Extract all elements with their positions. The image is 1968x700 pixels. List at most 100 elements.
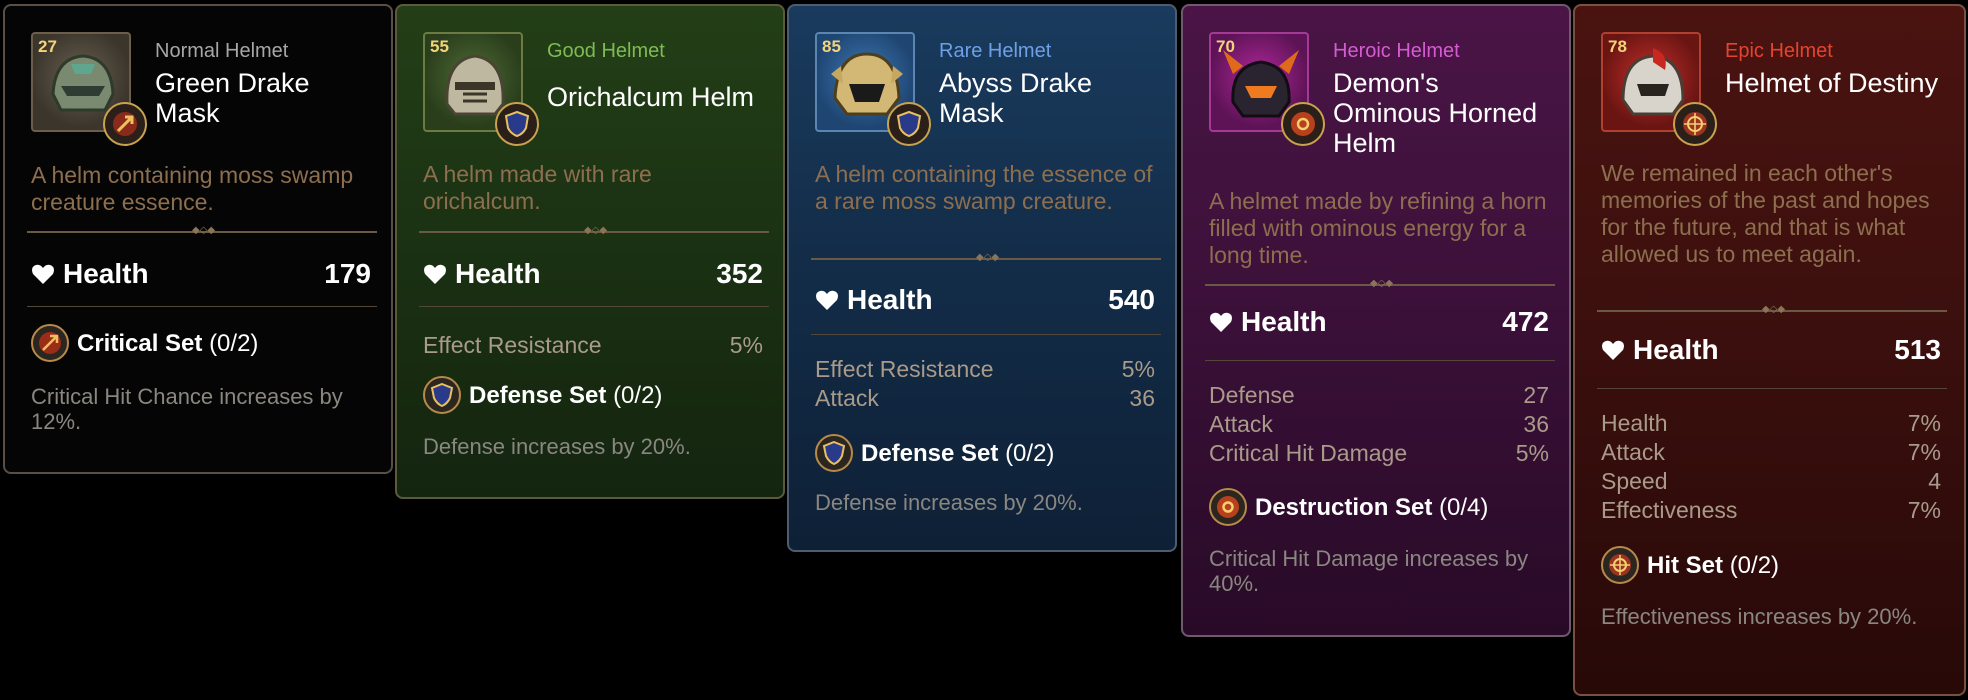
helmet-portrait: 78 bbox=[1601, 32, 1717, 146]
set-bonus: Destruction Set (0/4) bbox=[1209, 488, 1549, 528]
sub-stat: Effect Resistance 5% bbox=[423, 332, 763, 360]
set-count: (0/2) bbox=[1005, 440, 1055, 467]
main-stat-label: Health bbox=[63, 258, 149, 289]
main-stat-health: Health 540 bbox=[815, 284, 1155, 318]
set-bonus: Critical Set (0/2) bbox=[31, 324, 371, 364]
divider bbox=[27, 306, 377, 307]
item-card-demons-ominous-horned-helm[interactable]: 70 Heroic Helmet Demon's Ominous Horned … bbox=[1181, 4, 1571, 637]
item-level: 70 bbox=[1216, 37, 1235, 56]
sub-stat-label: Health bbox=[1601, 410, 1668, 436]
sub-stat-label: Defense bbox=[1209, 382, 1295, 408]
sub-stat-value: 5% bbox=[1515, 440, 1549, 466]
main-stat-value: 472 bbox=[1502, 306, 1549, 337]
item-name: Demon's Ominous Horned Helm bbox=[1333, 68, 1538, 158]
set-description: Defense increases by 20%. bbox=[815, 490, 1083, 515]
defense-set-icon bbox=[815, 434, 853, 472]
item-description: A helm made with rare orichalcum. bbox=[423, 161, 652, 214]
main-stat-health: Health 513 bbox=[1601, 334, 1941, 368]
item-grade: Rare Helmet bbox=[939, 40, 1052, 62]
sub-stat-value: 36 bbox=[1523, 411, 1549, 437]
item-name: Abyss Drake Mask bbox=[939, 68, 1093, 128]
item-grade: Normal Helmet bbox=[155, 40, 289, 62]
sub-stat-label: Speed bbox=[1601, 468, 1668, 494]
main-stat-value: 352 bbox=[716, 258, 763, 289]
defense-set-badge-icon bbox=[495, 102, 539, 146]
item-level: 27 bbox=[38, 37, 57, 56]
sub-stat-value: 5% bbox=[1121, 356, 1155, 382]
sub-stat: Critical Hit Damage 5% bbox=[1209, 440, 1549, 468]
set-bonus: Hit Set (0/2) bbox=[1601, 546, 1941, 586]
set-name: Defense Set bbox=[469, 382, 607, 409]
sub-stat: Effect Resistance 5% bbox=[815, 356, 1155, 384]
item-card-abyss-drake-mask[interactable]: 85 Rare Helmet Abyss Drake Mask A helm c… bbox=[787, 4, 1177, 552]
sub-stat: Health 7% bbox=[1601, 410, 1941, 438]
sub-stat: Defense 27 bbox=[1209, 382, 1549, 410]
heart-icon bbox=[815, 286, 841, 318]
item-description: A helm containing the essence of a rare … bbox=[815, 161, 1153, 214]
item-card-helmet-of-destiny[interactable]: 78 Epic Helmet Helmet of Destiny We rema… bbox=[1573, 4, 1966, 696]
divider: ◆◇◆ bbox=[419, 226, 769, 236]
item-level: 78 bbox=[1608, 37, 1627, 56]
main-stat-value: 513 bbox=[1894, 334, 1941, 365]
sub-stat: Attack 36 bbox=[815, 385, 1155, 413]
set-count: (0/2) bbox=[209, 330, 259, 357]
destruction-set-badge-icon bbox=[1281, 102, 1325, 146]
main-stat-value: 179 bbox=[324, 258, 371, 289]
sub-stat-label: Attack bbox=[815, 385, 879, 411]
divider: ◆◇◆ bbox=[1205, 279, 1555, 289]
set-count: (0/2) bbox=[1729, 552, 1780, 579]
hit-set-icon bbox=[1601, 546, 1639, 584]
item-card-green-drake-mask[interactable]: 27 Normal Helmet Green Drake Mask A helm… bbox=[3, 4, 393, 474]
item-level: 85 bbox=[822, 37, 841, 56]
main-stat-label: Health bbox=[847, 284, 933, 315]
divider bbox=[1597, 388, 1947, 389]
main-stat-health: Health 179 bbox=[31, 258, 371, 292]
item-card-orichalcum-helm[interactable]: 55 Good Helmet Orichalcum Helm A helm ma… bbox=[395, 4, 785, 499]
item-name: Orichalcum Helm bbox=[547, 82, 755, 112]
set-bonus: Defense Set (0/2) bbox=[423, 376, 763, 416]
main-stat-label: Health bbox=[1241, 306, 1327, 337]
critical-set-icon bbox=[31, 324, 69, 362]
set-name: Critical Set bbox=[77, 330, 203, 357]
divider: ◆◇◆ bbox=[811, 253, 1161, 263]
item-description: A helm containing moss swamp creature es… bbox=[31, 162, 354, 215]
heart-icon bbox=[1209, 308, 1235, 340]
set-bonus: Defense Set (0/2) bbox=[815, 434, 1155, 474]
item-description: A helmet made by refining a horn filled … bbox=[1209, 188, 1547, 268]
sub-stat: Attack 7% bbox=[1601, 439, 1941, 467]
divider bbox=[419, 306, 769, 307]
item-grade: Epic Helmet bbox=[1725, 40, 1833, 62]
item-name: Helmet of Destiny bbox=[1725, 68, 1939, 98]
sub-stat-label: Attack bbox=[1601, 439, 1665, 465]
destruction-set-icon bbox=[1209, 488, 1247, 526]
hit-set-badge-icon bbox=[1673, 102, 1717, 146]
divider: ◆◇◆ bbox=[1597, 305, 1947, 315]
divider bbox=[1205, 360, 1555, 361]
main-stat-label: Health bbox=[455, 258, 541, 289]
main-stat-health: Health 352 bbox=[423, 258, 763, 292]
set-name: Defense Set bbox=[861, 440, 999, 467]
sub-stat-label: Effect Resistance bbox=[815, 356, 994, 382]
defense-set-badge-icon bbox=[887, 102, 931, 146]
set-name: Hit Set bbox=[1647, 552, 1724, 579]
set-description: Critical Hit Chance increases by 12%. bbox=[31, 384, 343, 434]
sub-stat-value: 7% bbox=[1907, 439, 1941, 465]
main-stat-label: Health bbox=[1633, 334, 1719, 365]
item-grade: Heroic Helmet bbox=[1333, 40, 1460, 62]
heart-icon bbox=[31, 260, 57, 292]
sub-stat: Attack 36 bbox=[1209, 411, 1549, 439]
sub-stat-value: 36 bbox=[1129, 385, 1155, 411]
heart-icon bbox=[1601, 336, 1627, 368]
critical-set-badge-icon bbox=[103, 102, 147, 146]
helmet-portrait: 70 bbox=[1209, 32, 1325, 146]
set-description: Critical Hit Damage increases by 40%. bbox=[1209, 546, 1529, 596]
divider: ◆◇◆ bbox=[27, 226, 377, 236]
sub-stat-label: Effectiveness bbox=[1601, 497, 1738, 523]
helmet-portrait: 27 bbox=[31, 32, 147, 146]
main-stat-health: Health 472 bbox=[1209, 306, 1549, 340]
sub-stat-label: Attack bbox=[1209, 411, 1273, 437]
divider bbox=[811, 334, 1161, 335]
sub-stat-value: 7% bbox=[1907, 497, 1941, 523]
item-description: We remained in each other's memories of … bbox=[1601, 160, 1930, 267]
heart-icon bbox=[423, 260, 449, 292]
